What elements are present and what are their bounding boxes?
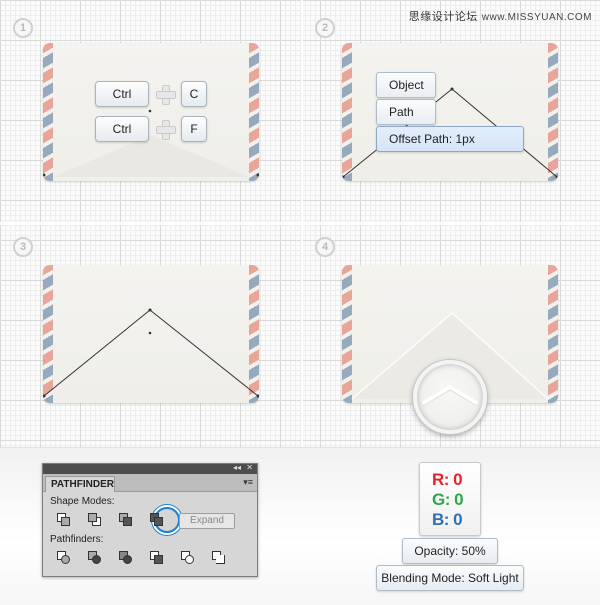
horizontal-divider <box>0 222 600 225</box>
envelope-step-1[interactable]: Ctrl C Ctrl F <box>43 43 259 181</box>
magnifier-lens <box>413 360 487 434</box>
intersect-icon[interactable] <box>118 512 134 528</box>
envelope-flap-path <box>43 265 259 398</box>
outline-icon[interactable] <box>180 550 196 566</box>
expand-button[interactable]: Expand <box>179 513 235 529</box>
trim-icon[interactable] <box>87 550 103 566</box>
red-value: R: 0 <box>432 470 463 489</box>
envelope-step-2[interactable] <box>342 43 558 181</box>
plus-icon <box>156 120 176 140</box>
panel-menu-icon[interactable]: ▾≡ <box>243 477 253 488</box>
panel-tab-row: PATHFINDER ▾≡ <box>43 474 257 492</box>
opacity-field[interactable]: Opacity: 50% <box>402 538 498 564</box>
unite-icon[interactable] <box>56 512 72 528</box>
close-icon[interactable]: ✕ <box>246 463 253 472</box>
pathfinders-label: Pathfinders: <box>50 534 104 545</box>
pathfinder-tab[interactable]: PATHFINDER <box>45 476 115 492</box>
crop-icon[interactable] <box>149 550 165 566</box>
step-badge-2: 2 <box>315 18 335 38</box>
green-value: G: 0 <box>432 490 464 509</box>
step-badge-1: 1 <box>13 18 33 38</box>
exclude-icon[interactable] <box>149 512 165 528</box>
menu-object[interactable]: Object <box>376 72 436 98</box>
envelope-step-3[interactable] <box>43 265 259 403</box>
pathfinder-panel[interactable]: ◂◂ ✕ PATHFINDER ▾≡ Shape Modes: Expand P… <box>42 463 258 577</box>
watermark-site: www.MISSYUAN.COM <box>481 12 592 23</box>
magnified-flap-edge <box>421 385 479 407</box>
collapse-icon[interactable]: ◂◂ <box>233 463 241 472</box>
envelope-flap-shape <box>43 43 259 177</box>
ctrl-key-2: Ctrl <box>95 116 149 142</box>
blending-mode-field[interactable]: Blending Mode: Soft Light <box>376 565 524 591</box>
blue-value: B: 0 <box>432 510 463 529</box>
shape-modes-label: Shape Modes: <box>50 496 115 507</box>
color-values-card: R: 0 G: 0 B: 0 <box>419 462 481 536</box>
step-badge-4: 4 <box>315 237 335 257</box>
step-badge-3: 3 <box>13 237 33 257</box>
watermark-text: 思缘设计论坛 <box>408 11 478 23</box>
envelope-flap-path <box>342 87 558 179</box>
watermark: 思缘设计论坛 www.MISSYUAN.COM <box>409 8 592 24</box>
ctrl-key-1: Ctrl <box>95 81 149 107</box>
menu-offset-path[interactable]: Offset Path: 1px <box>376 126 524 152</box>
panel-titlebar[interactable]: ◂◂ ✕ <box>43 463 257 474</box>
plus-icon <box>156 85 176 105</box>
divide-icon[interactable] <box>56 550 72 566</box>
menu-path[interactable]: Path <box>376 99 436 125</box>
f-key: F <box>181 116 207 142</box>
c-key: C <box>181 81 207 107</box>
merge-icon[interactable] <box>118 550 134 566</box>
minus-back-icon[interactable] <box>211 550 227 566</box>
minus-front-icon[interactable] <box>87 512 103 528</box>
